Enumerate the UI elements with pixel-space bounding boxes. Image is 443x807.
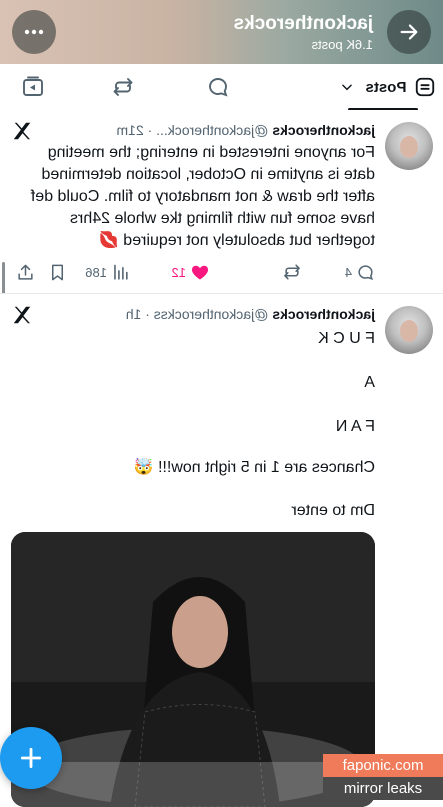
compose-button[interactable] [0, 727, 62, 789]
tweet-author-name[interactable]: jackontherocks [272, 122, 375, 138]
x-logo-icon [13, 122, 31, 140]
tweet-line: Chances are 1 in 5 right now!!! 🤯 [133, 459, 375, 476]
x-logo-icon [13, 306, 31, 324]
reply-icon [358, 264, 374, 280]
header-name: jackontherocks [233, 13, 373, 34]
avatar[interactable] [385, 122, 433, 170]
tweet-text: For anyone interested in entering; the m… [30, 144, 375, 249]
avatar[interactable] [385, 306, 433, 354]
tweet-line: A [364, 374, 375, 391]
more-button[interactable] [12, 10, 56, 54]
tweet-line: F A N [335, 418, 375, 435]
tweet-line: Dm to enter [291, 502, 375, 519]
bookmark-icon [51, 264, 64, 280]
like-button[interactable]: 12 [172, 260, 210, 284]
tweet-handle-time: @jackontherock... · 21m [116, 122, 269, 138]
tweet-author-name[interactable]: jackontherocks [272, 306, 375, 322]
tweet-handle-time: @jackontherockss · 1h [125, 306, 269, 322]
repost-icon [284, 264, 300, 280]
tab-media[interactable] [8, 64, 58, 110]
media-icon [23, 76, 43, 96]
reply-button[interactable]: 4 [345, 260, 375, 284]
repost-icon [113, 78, 133, 96]
tab-replies[interactable] [193, 64, 243, 110]
watermark: faponic.com mirror leaks [323, 754, 443, 800]
tweet-header: jackontherocks @jackontherockss · 1h [126, 306, 375, 322]
chevron-down-icon [341, 84, 352, 91]
more-dots-icon [24, 29, 44, 35]
mirrored-screen: jackontherocks 1.6K posts Posts jackonth… [0, 0, 443, 807]
views-count: 186 [85, 264, 107, 280]
photo-placeholder [11, 532, 375, 807]
tweet-2[interactable]: jackontherocks @jackontherockss · 1h F U… [0, 294, 443, 807]
reply-icon [209, 78, 228, 97]
tweet-1[interactable]: jackontherocks @jackontherock... · 21m F… [0, 110, 443, 359]
plus-icon [20, 747, 42, 769]
share-icon [18, 264, 33, 280]
bookmark-button[interactable] [48, 260, 67, 284]
tweet-actions: 4 12 186 [10, 260, 375, 284]
watermark-line-2: mirror leaks [323, 777, 443, 800]
views-button[interactable]: 186 [85, 260, 130, 284]
watermark-line-1: faponic.com [323, 754, 443, 777]
heart-filled-icon [191, 265, 209, 280]
header-post-count: 1.6K posts [311, 37, 373, 52]
tab-posts-label: Posts [365, 78, 407, 96]
share-button[interactable] [16, 260, 35, 284]
repost-button[interactable] [282, 260, 302, 284]
content-tabs: Posts [0, 64, 443, 111]
like-count: 12 [171, 264, 186, 280]
profile-header: jackontherocks 1.6K posts [0, 0, 443, 64]
tweet-header: jackontherocks @jackontherock... · 21m [116, 122, 375, 138]
tweet-line: F U C K [318, 330, 375, 347]
posts-icon [416, 77, 435, 97]
reply-count: 4 [344, 264, 352, 280]
arrow-left-icon [400, 24, 418, 40]
back-button[interactable] [387, 10, 431, 54]
tweet-photo[interactable] [11, 532, 375, 807]
views-icon [114, 264, 128, 280]
tab-posts[interactable]: Posts [333, 64, 443, 111]
tab-reposts[interactable] [98, 64, 148, 110]
